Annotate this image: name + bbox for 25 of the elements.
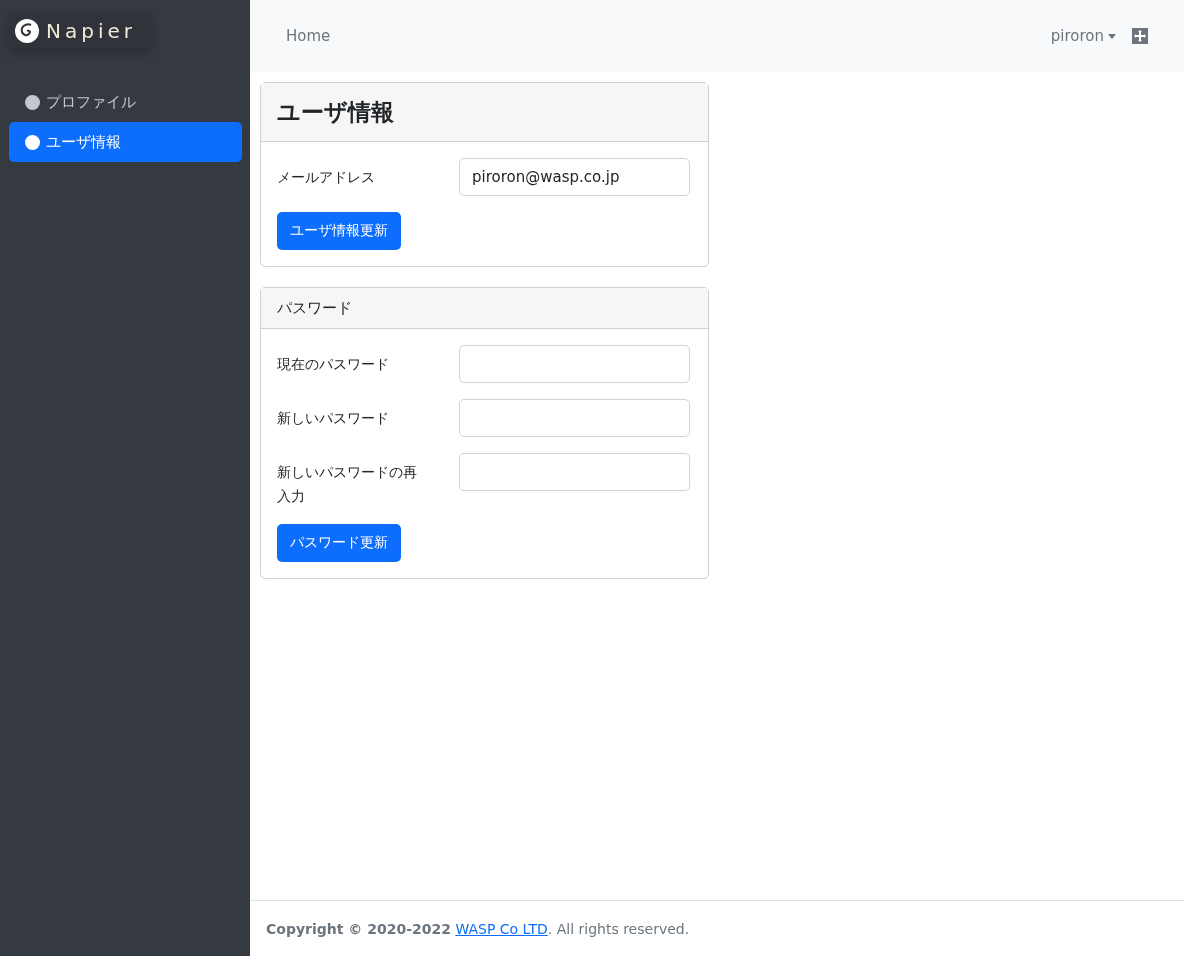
field-label: 新しいパスワード	[277, 409, 390, 428]
copyright-text: Copyright © 2020-2022 WASP Co LTD. All rights reserved.	[266, 920, 690, 937]
update-button[interactable]: ユーザ情報更新	[277, 212, 401, 250]
input-field[interactable]	[459, 345, 690, 383]
sidebar-item[interactable]: プロファイル	[9, 82, 242, 122]
input-field[interactable]	[459, 399, 690, 437]
brand-name: Napier	[46, 19, 136, 43]
field-label: メールアドレス	[277, 168, 376, 187]
circle-icon	[25, 94, 40, 110]
card-header: パスワード	[261, 288, 708, 329]
card-header: ユーザ情報	[261, 83, 708, 142]
field-label: 新しいパスワードの再入力	[277, 463, 418, 506]
home-link[interactable]: Home	[286, 27, 331, 45]
fullscreen-icon[interactable]	[1132, 28, 1148, 44]
brand-logo[interactable]: Napier	[10, 14, 150, 48]
spiral-logo-icon	[14, 18, 40, 44]
sidebar-item[interactable]: ユーザ情報	[9, 122, 242, 162]
input-field[interactable]: piroron@wasp.co.jp	[459, 158, 690, 196]
caret-icon	[1108, 33, 1116, 39]
company-link[interactable]: WASP Co LTD	[455, 920, 548, 937]
circle-icon	[25, 134, 40, 150]
field-label: 現在のパスワード	[277, 355, 390, 374]
input-field[interactable]	[459, 453, 690, 491]
update-button[interactable]: パスワード更新	[277, 524, 401, 562]
user-menu[interactable]: piroron	[1050, 27, 1116, 45]
